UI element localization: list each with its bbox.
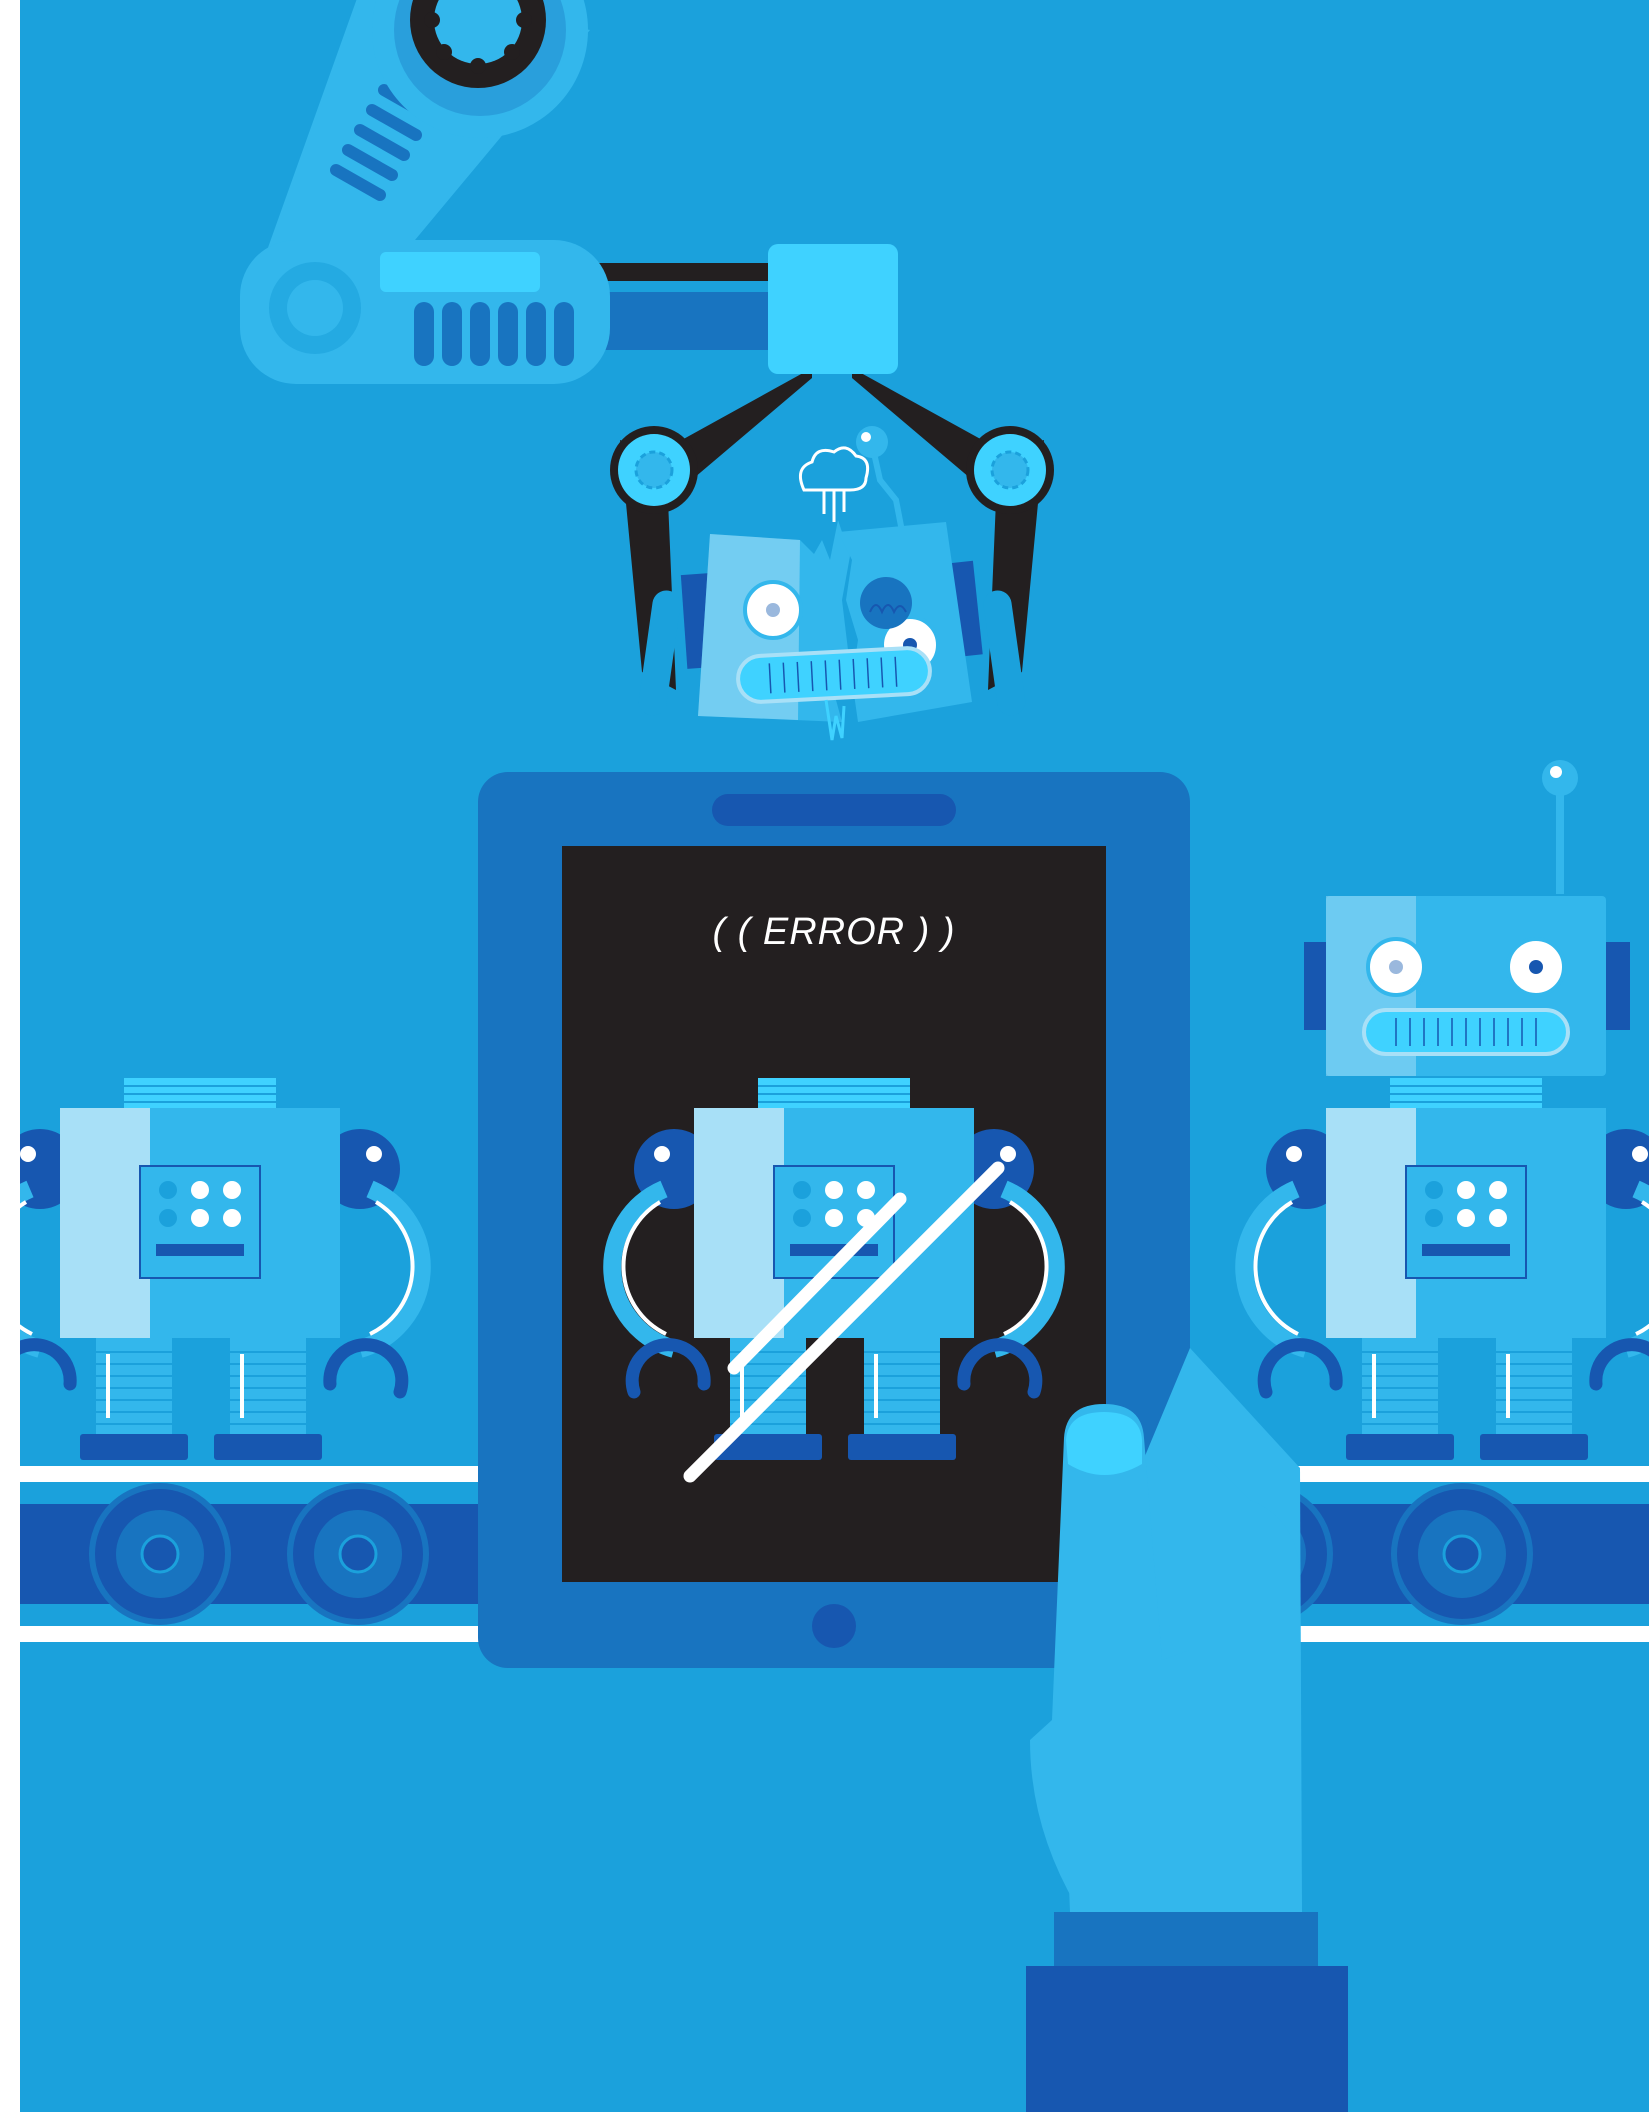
illustration-canvas: ( ( ERROR ) ) bbox=[0, 0, 1649, 2112]
page-edge bbox=[0, 0, 20, 2112]
error-message: ( ( ERROR ) ) bbox=[712, 911, 955, 953]
illustration: ( ( ERROR ) ) bbox=[0, 0, 1649, 2112]
